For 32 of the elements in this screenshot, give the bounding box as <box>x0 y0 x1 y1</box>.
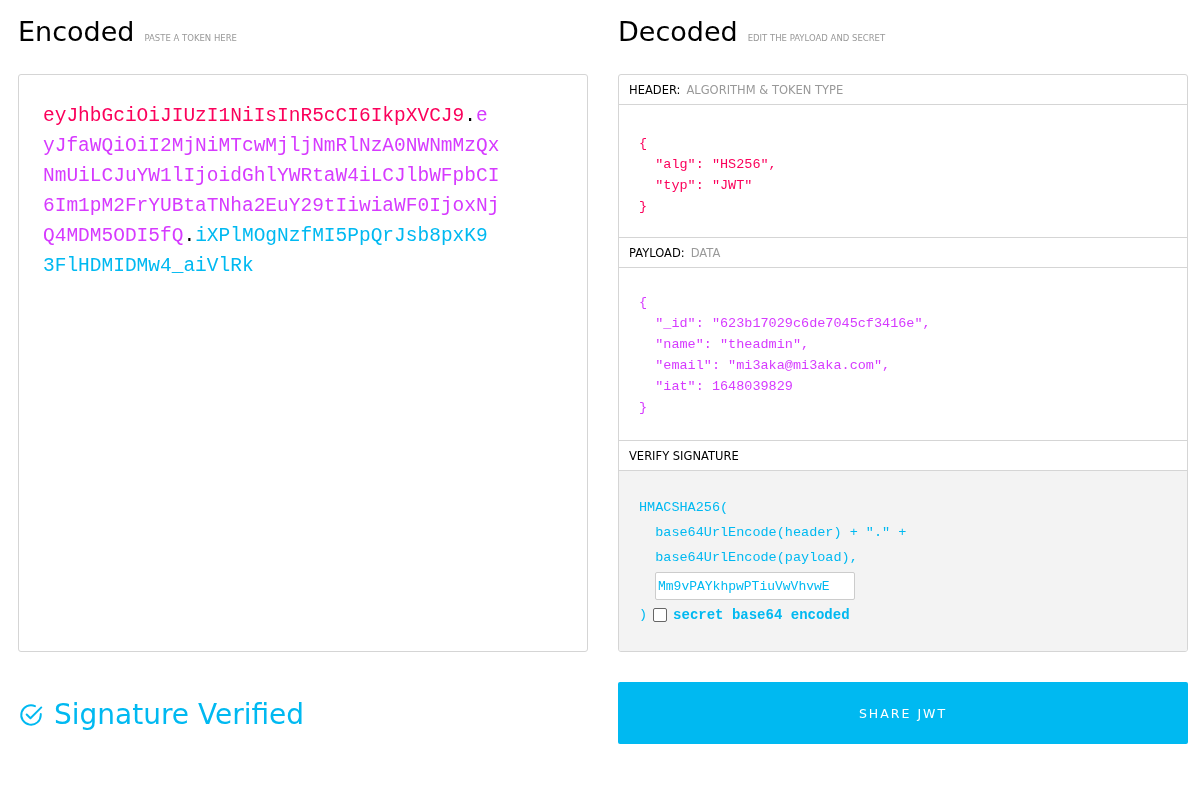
checkbox[interactable] <box>653 607 668 622</box>
checkbox-label: secret base64 encoded <box>673 606 850 623</box>
code-line: } <box>639 399 649 417</box>
section-label: VERIFY SIGNATURE <box>629 448 739 463</box>
check-circle-icon <box>18 701 44 728</box>
secret-field[interactable]: Mm9vPAYkhpwPTiuVwVhvwE <box>655 572 855 600</box>
section-sublabel: DATA <box>690 245 721 260</box>
section-label: HEADER: <box>629 82 681 97</box>
code-line: { <box>639 294 649 312</box>
section-title: Encoded <box>18 16 135 47</box>
code-line: "iat": 1648039829 <box>654 378 794 396</box>
code-line: HMACSHA256( <box>639 499 730 517</box>
code-line: base64UrlEncode(header) + "." + <box>654 524 908 542</box>
section-sublabel: ALGORITHM & TOKEN TYPE <box>686 82 844 97</box>
code-line: "email": "mi3aka@mi3aka.com", <box>654 357 892 375</box>
json-editor[interactable]: { "alg": "HS256", "typ": "JWT" } <box>619 105 1187 238</box>
signature-status: Signature Verified <box>54 698 305 731</box>
section-hint: PASTE A TOKEN HERE <box>144 33 237 43</box>
code-line: "_id": "623b17029c6de7045cf3416e", <box>654 315 932 333</box>
code-line: "name": "theadmin", <box>654 336 811 354</box>
code-line: } <box>639 198 649 216</box>
code-line: { <box>639 135 649 153</box>
section-title: Decoded <box>618 16 738 47</box>
share-button[interactable]: SHARE JWT <box>618 682 1188 744</box>
token-input[interactable]: eyJhbGciOiJIUzI1NiIsInR5cCI6IkpXVCJ9.eyJfaWQiOiI2MjNiMTcwMjljNmRlNzA0NWNmMzQxNmUiLCJuYW1lIjoidGhlYWRtaW4iLCJlbWFpbCI6Im1pM2FrYUBtaTNha2EuY29tIiwiaWF0IjoxNjQ4MDM5ODI5fQ.iXPlMOgNzfMI5PpQrJsb8pxK93FlHDMIDMw4_aiVlRk <box>18 74 588 652</box>
code-line: "alg": "HS256", <box>654 156 778 174</box>
section-label: PAYLOAD: <box>629 245 685 260</box>
code-line: ) <box>639 606 648 624</box>
code-line: "typ": "JWT" <box>654 177 754 195</box>
code-line: base64UrlEncode(payload), <box>654 549 859 567</box>
section-hint: EDIT THE PAYLOAD AND SECRET <box>747 33 886 43</box>
json-editor[interactable]: { "_id": "623b17029c6de7045cf3416e", "name": "theadmin", "email": "mi3aka@mi3aka.com", "iat": 1648039829 } <box>619 268 1187 441</box>
